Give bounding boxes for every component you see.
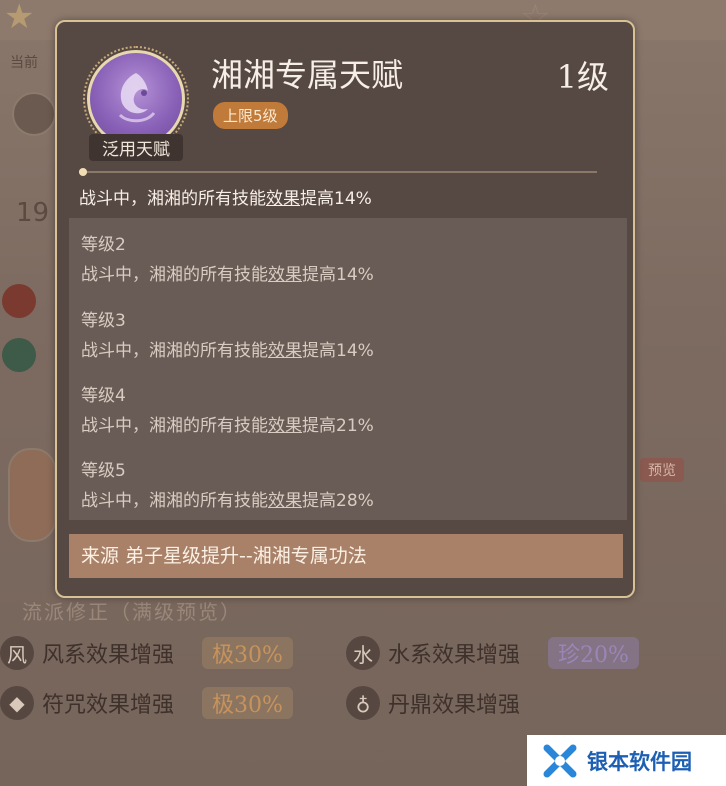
desc-suffix: 提高14% — [300, 189, 372, 209]
stat-value: 珍20% — [548, 637, 639, 669]
current-effect-description: 战斗中，湘湘的所有技能效果提高14% — [79, 184, 372, 209]
fox-emblem-icon — [118, 73, 156, 123]
level-progress-bar — [79, 168, 597, 176]
stat-row: ♁ 丹鼎效果增强 — [346, 686, 520, 720]
background-portrait — [8, 448, 56, 542]
stat-row: ◆ 符咒效果增强 极30% — [0, 686, 293, 720]
watermark-text: 银本软件园 — [587, 749, 692, 774]
background-skill-icon — [2, 338, 36, 372]
talent-popup: 泛用天赋 湘湘专属天赋 1级 上限5级 战斗中，湘湘的所有技能效果提高14% 等… — [55, 20, 635, 598]
desc-suffix: 提高14% — [302, 265, 374, 285]
effect-link[interactable]: 效果 — [268, 341, 302, 361]
stat-row: 风 风系效果增强 极30% — [0, 636, 293, 670]
stat-name: 符咒效果增强 — [42, 693, 175, 718]
desc-prefix: 战斗中，湘湘的所有技能 — [81, 416, 268, 436]
level-list: 等级2 战斗中，湘湘的所有技能效果提高14% 等级3 战斗中，湘湘的所有技能效果… — [69, 218, 627, 520]
site-watermark: 银本软件园 — [527, 735, 726, 786]
cauldron-icon: ♁ — [346, 686, 380, 720]
desc-suffix: 提高14% — [302, 341, 374, 361]
level-description: 战斗中，湘湘的所有技能效果提高14% — [81, 260, 374, 285]
wind-icon: 风 — [0, 636, 34, 670]
level-label: 等级4 — [81, 386, 126, 406]
preview-button[interactable]: 预览 — [640, 458, 684, 482]
desc-prefix: 战斗中，湘湘的所有技能 — [81, 491, 268, 511]
stat-row: 水 水系效果增强 珍20% — [346, 636, 639, 670]
desc-suffix: 提高21% — [302, 416, 374, 436]
stat-name: 水系效果增强 — [388, 643, 521, 668]
background-number: 19 — [16, 198, 50, 228]
desc-prefix: 战斗中，湘湘的所有技能 — [81, 341, 268, 361]
level-description: 战斗中，湘湘的所有技能效果提高21% — [81, 411, 374, 436]
desc-suffix: 提高28% — [302, 491, 374, 511]
star-icon: ★ — [4, 0, 35, 37]
background-skill-icon — [2, 284, 36, 318]
watermark-logo-icon — [543, 744, 577, 777]
stat-name: 丹鼎效果增强 — [388, 693, 521, 718]
water-icon: 水 — [346, 636, 380, 670]
effect-link[interactable]: 效果 — [268, 491, 302, 511]
level-description: 战斗中，湘湘的所有技能效果提高28% — [81, 486, 374, 511]
level-label: 等级2 — [81, 235, 126, 255]
effect-link[interactable]: 效果 — [268, 416, 302, 436]
desc-prefix: 战斗中，湘湘的所有技能 — [81, 265, 268, 285]
level-description: 战斗中，湘湘的所有技能效果提高14% — [81, 336, 374, 361]
stat-value: 极30% — [202, 637, 293, 669]
stat-name: 风系效果增强 — [42, 643, 175, 668]
background-avatar — [12, 92, 56, 136]
progress-track — [79, 171, 597, 173]
level-limit-badge: 上限5级 — [213, 102, 288, 129]
talent-level: 1级 — [556, 58, 609, 96]
level-label: 等级3 — [81, 311, 126, 331]
talent-source: 来源 弟子星级提升--湘湘专属功法 — [69, 534, 623, 578]
talent-title: 湘湘专属天赋 — [211, 56, 404, 94]
background-label-current: 当前 — [10, 55, 38, 71]
talent-icon: 泛用天赋 — [83, 46, 193, 161]
effect-link[interactable]: 效果 — [266, 189, 300, 209]
stat-value: 极30% — [202, 687, 293, 719]
effect-link[interactable]: 效果 — [268, 265, 302, 285]
talent-type-label: 泛用天赋 — [89, 134, 183, 161]
talisman-icon: ◆ — [0, 686, 34, 720]
level-label: 等级5 — [81, 461, 126, 481]
background-section-title: 流派修正（满级预览） — [22, 600, 242, 624]
desc-prefix: 战斗中，湘湘的所有技能 — [79, 189, 266, 209]
progress-knob — [79, 168, 87, 176]
